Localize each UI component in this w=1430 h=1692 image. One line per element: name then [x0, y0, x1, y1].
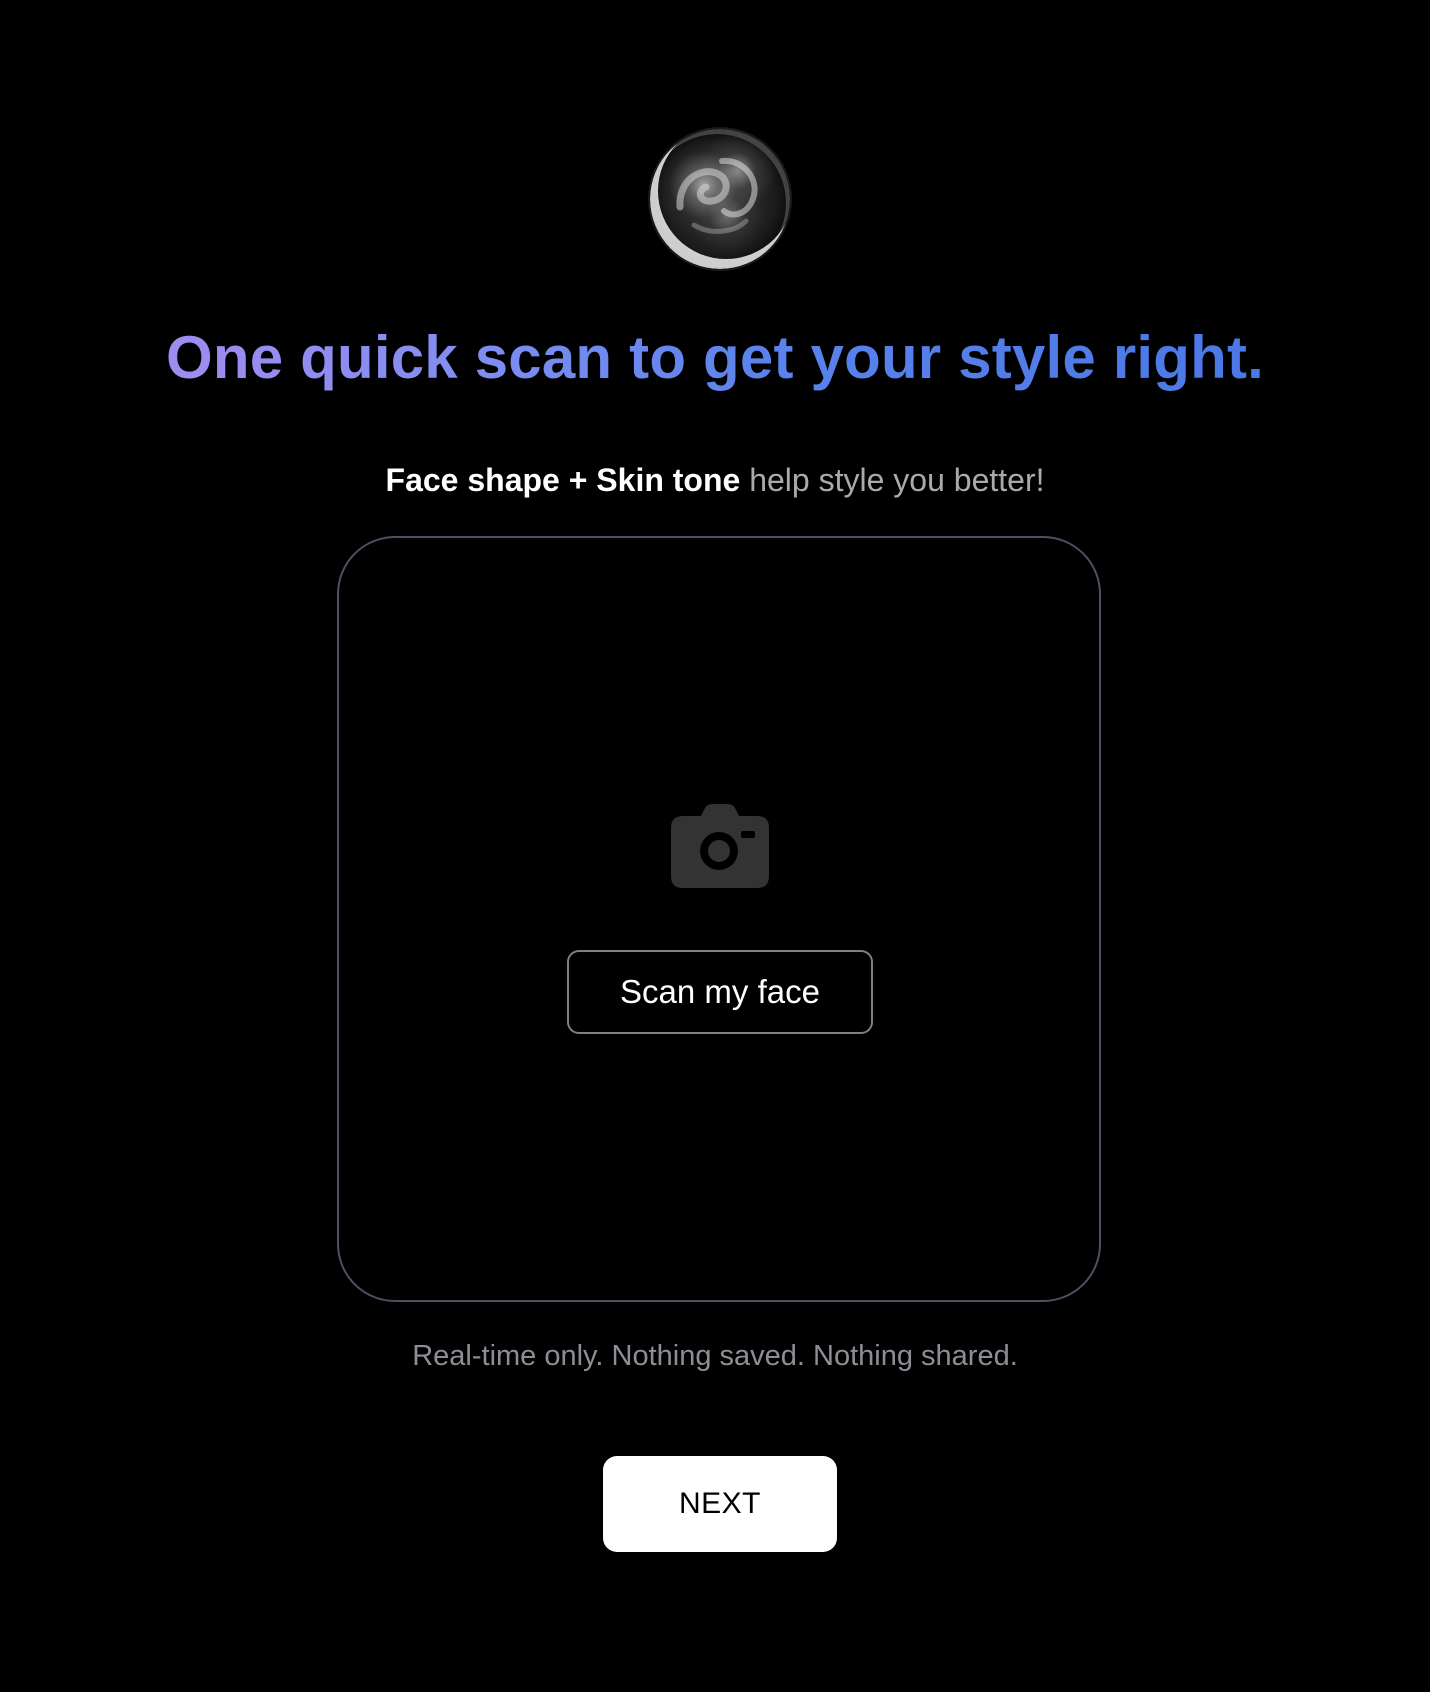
orb-logo-icon — [650, 129, 790, 269]
privacy-note: Real-time only. Nothing saved. Nothing s… — [412, 1340, 1018, 1372]
scan-preview-card — [337, 536, 1101, 1302]
scan-my-face-button[interactable]: Scan my face — [567, 950, 873, 1034]
face-scan-page: One quick scan to get your style right. … — [0, 0, 1430, 1692]
subtitle-rest: help style you better! — [740, 462, 1045, 498]
next-button[interactable]: NEXT — [603, 1456, 837, 1552]
page-subtitle: Face shape + Skin tone help style you be… — [0, 458, 1430, 502]
camera-icon — [671, 804, 769, 888]
subtitle-emphasis: Face shape + Skin tone — [385, 462, 741, 498]
page-title-text: One quick scan to get your style right. — [165, 324, 1265, 391]
logo-swirl-graphic — [676, 157, 758, 234]
page-title: One quick scan to get your style right. — [0, 318, 1430, 398]
